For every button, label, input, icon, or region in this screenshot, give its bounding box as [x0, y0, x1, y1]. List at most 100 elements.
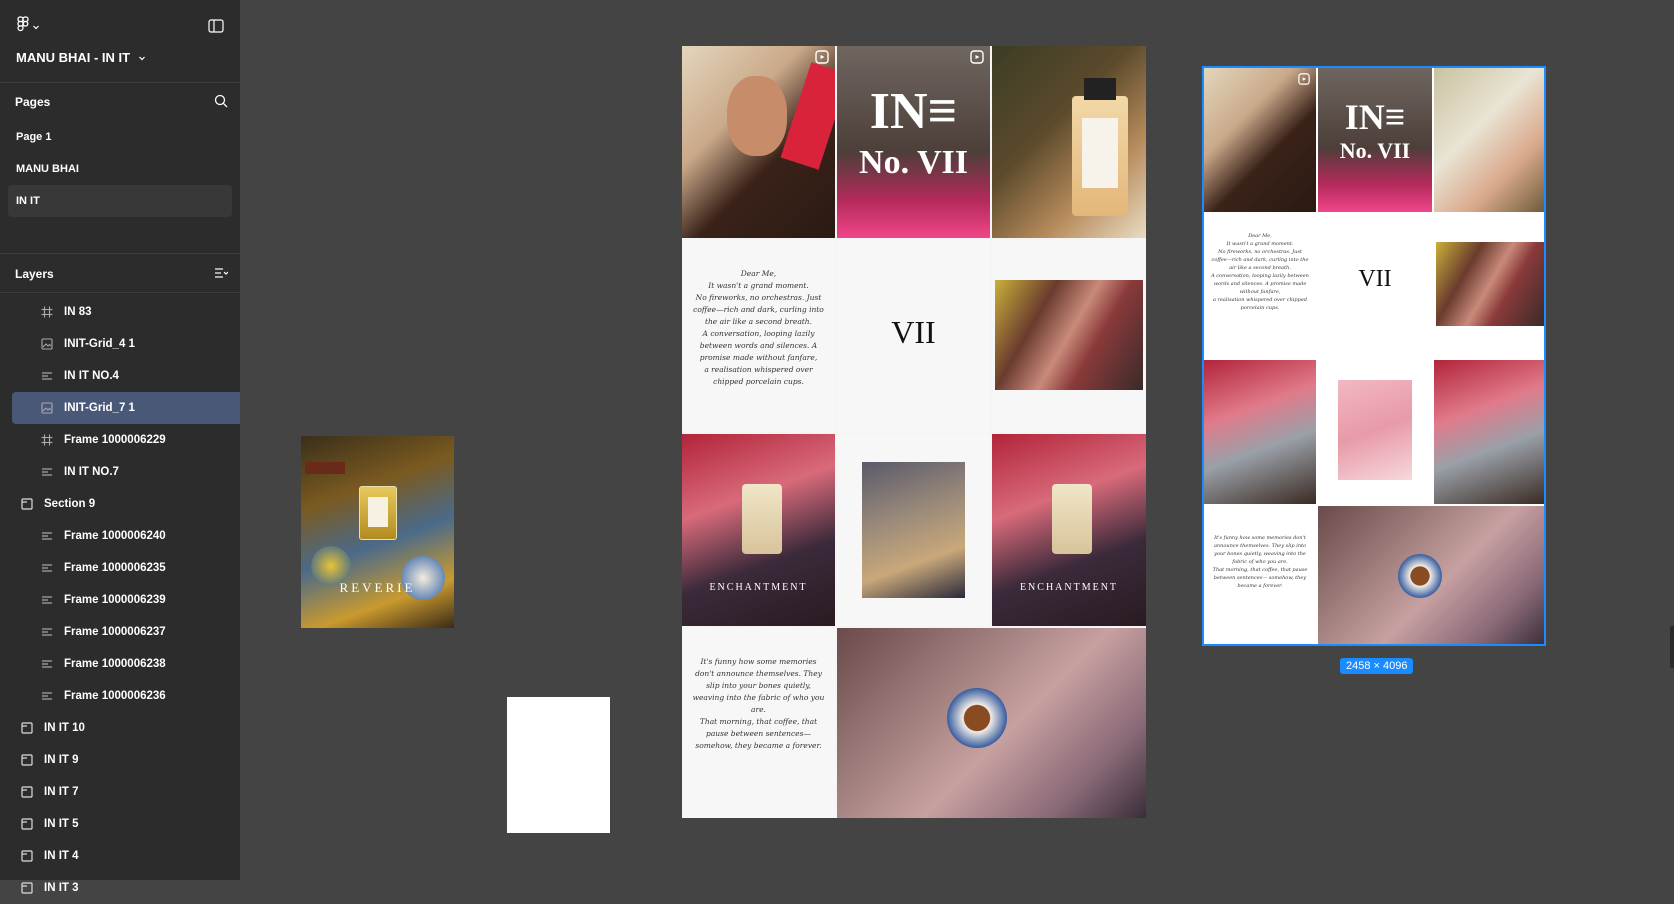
text-frame-icon: [40, 689, 54, 703]
pink-perfume-image: [1338, 380, 1412, 480]
still-life-image: [862, 462, 965, 598]
layer-item[interactable]: Section 9: [0, 488, 240, 520]
toggle-sidebar-button[interactable]: [208, 19, 224, 38]
enchantment-tile-1[interactable]: ENCHANTMENT: [682, 434, 835, 626]
section-icon: [20, 785, 34, 799]
pages-title: Pages: [15, 95, 51, 109]
page-item-in-it[interactable]: IN IT: [8, 185, 232, 217]
search-icon[interactable]: [214, 94, 228, 111]
numeral-tile[interactable]: VII: [1318, 214, 1432, 358]
blank-frame[interactable]: [507, 697, 610, 833]
bottle-cap: [1084, 78, 1116, 100]
layer-label: IN IT 5: [44, 818, 79, 830]
frame-icon: [40, 433, 54, 447]
mosaic-tile[interactable]: [992, 240, 1146, 432]
layer-item[interactable]: IN IT 3: [0, 872, 240, 904]
coffee-hands-tile[interactable]: [1318, 506, 1544, 644]
logo-tile[interactable]: IN≡ No. VII: [837, 46, 990, 238]
bottle-label: [1082, 118, 1118, 188]
text-frame-icon: [40, 465, 54, 479]
main-menu-button[interactable]: [16, 16, 40, 37]
layer-item[interactable]: Frame 1000006236: [0, 680, 240, 712]
reels-icon: [1298, 72, 1310, 90]
layer-label: Frame 1000006235: [64, 562, 166, 574]
layer-label: IN IT 10: [44, 722, 85, 734]
layer-label: IN IT 9: [44, 754, 79, 766]
layer-item[interactable]: IN IT 10: [0, 712, 240, 744]
layer-label: IN IT 7: [44, 786, 79, 798]
page-item-manu-bhai[interactable]: MANU BHAI: [0, 153, 240, 185]
layer-item[interactable]: IN IT 5: [0, 808, 240, 840]
letter-tile-2[interactable]: It's funny how some memories don't annou…: [682, 628, 835, 818]
perfume-hand-tile[interactable]: [1434, 68, 1544, 212]
letter-tile-1[interactable]: Dear Me, It wasn't a grand moment. No fi…: [682, 240, 835, 432]
woman-perfume-tile[interactable]: [992, 46, 1146, 238]
page-item-page-1[interactable]: Page 1: [0, 121, 240, 153]
enchantment-label: ENCHANTMENT: [1019, 582, 1119, 593]
main-grid-frame[interactable]: IN≡ No. VII Dear Me, It wasn't a grand m…: [682, 46, 1146, 818]
layer-item[interactable]: IN 83: [0, 296, 240, 328]
text-frame-icon: [40, 657, 54, 671]
layer-item[interactable]: IN IT 4: [0, 840, 240, 872]
numeral-tile[interactable]: VII: [837, 240, 990, 432]
layer-item[interactable]: IN IT NO.4: [0, 360, 240, 392]
layers-title: Layers: [15, 267, 54, 281]
left-sidebar: MANU BHAI - IN IT Pages Page 1 MANU BHAI…: [0, 0, 240, 894]
logo-tile[interactable]: IN≡ No. VII: [1318, 68, 1432, 212]
bottle-label: [368, 497, 388, 527]
section-icon: [20, 721, 34, 735]
chevron-down-icon: [32, 18, 40, 36]
layer-item[interactable]: IN IT 7: [0, 776, 240, 808]
woman-portrait-tile[interactable]: [1204, 68, 1316, 212]
layer-item[interactable]: Frame 1000006238: [0, 648, 240, 680]
letter-tile-1[interactable]: Dear Me, It wasn't a grand moment. No fi…: [1204, 214, 1316, 358]
layer-label: IN 83: [64, 306, 92, 318]
layers-list: IN 83 INIT-Grid_4 1 IN IT NO.4 INIT-Grid_7 …: [0, 293, 240, 904]
enchantment-tile-2[interactable]: ENCHANTMENT: [992, 434, 1146, 626]
collapse-layers-icon[interactable]: [214, 267, 229, 282]
layer-item[interactable]: Frame 1000006239: [0, 584, 240, 616]
woman-portrait-tile[interactable]: [682, 46, 835, 238]
coffee-hands-tile[interactable]: [837, 628, 1146, 818]
enchantment-label: ENCHANTMENT: [709, 582, 808, 593]
layer-label: INIT-Grid_7 1: [64, 402, 135, 414]
section-icon: [20, 849, 34, 863]
mosaic-tile[interactable]: [1434, 214, 1544, 358]
reverie-artboard[interactable]: REVERIE: [301, 436, 454, 628]
logo-number: No. VII: [1339, 138, 1411, 163]
pages-header: Pages: [0, 83, 240, 121]
frame-icon: [40, 305, 54, 319]
layer-item[interactable]: INIT-Grid_7 1: [12, 392, 240, 424]
sidebar-header: MANU BHAI - IN IT: [0, 0, 240, 83]
layer-item[interactable]: Frame 1000006235: [0, 552, 240, 584]
letter-tile-2[interactable]: It's funny how some memories don't annou…: [1204, 506, 1316, 644]
canvas-scroll-handle[interactable]: [1670, 626, 1674, 668]
layer-item[interactable]: IN IT 9: [0, 744, 240, 776]
layer-item[interactable]: INIT-Grid_4 1: [0, 328, 240, 360]
layers-header: Layers: [0, 256, 240, 293]
reels-icon: [815, 50, 829, 69]
perfume-flower-tile-1[interactable]: [1204, 360, 1316, 504]
perfume-bottle-image: [1052, 484, 1092, 554]
layer-item[interactable]: Frame 1000006240: [0, 520, 240, 552]
sidebar-panel-icon: [208, 19, 224, 37]
mosaic-image: [1436, 242, 1544, 326]
layer-item[interactable]: Frame 1000006229: [0, 424, 240, 456]
selected-grid-frame[interactable]: IN≡ No. VII Dear Me, It wasn't a grand m…: [1202, 66, 1546, 646]
perfume-bottle-image: [359, 486, 397, 540]
layer-item[interactable]: IN IT NO.7: [0, 456, 240, 488]
layer-item[interactable]: Frame 1000006237: [0, 616, 240, 648]
letter-text-2: It's funny how some memories don't annou…: [1212, 535, 1308, 589]
mosaic-image: [995, 280, 1143, 390]
layer-label: IN IT 4: [44, 850, 79, 862]
perfume-bottle-image: [1072, 78, 1128, 216]
numeral-text: VII: [891, 314, 936, 350]
layer-label: Frame 1000006238: [64, 658, 166, 670]
still-life-tile[interactable]: [837, 434, 990, 626]
text-frame-icon: [40, 561, 54, 575]
perfume-flower-tile-3[interactable]: [1434, 360, 1544, 504]
file-name-menu[interactable]: MANU BHAI - IN IT: [16, 50, 146, 65]
coffee-cup-image: [1398, 554, 1442, 598]
letter-text-1: Dear Me, It wasn't a grand moment. No fi…: [1211, 233, 1309, 311]
perfume-flower-tile-2[interactable]: [1318, 360, 1432, 504]
